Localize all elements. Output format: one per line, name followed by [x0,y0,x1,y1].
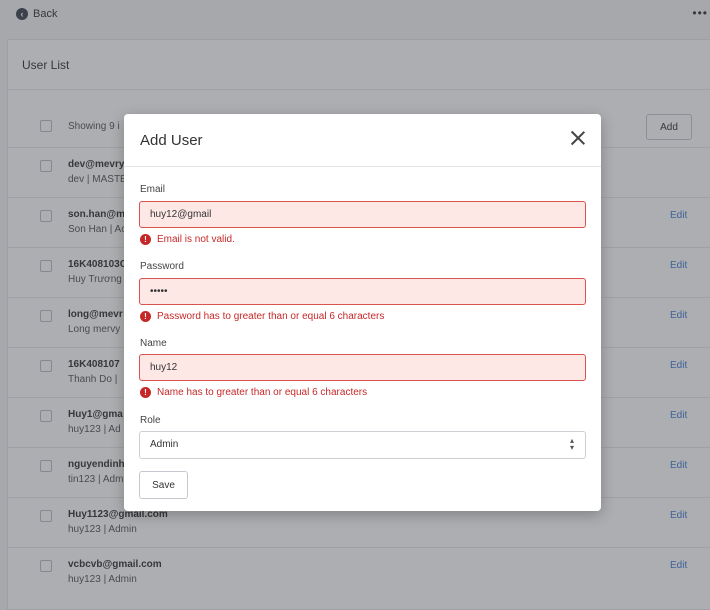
password-error-text: Password has to greater than or equal 6 … [157,311,385,322]
email-error-text: Email is not valid. [157,234,235,245]
email-label: Email [140,184,166,195]
save-button[interactable]: Save [139,471,188,499]
error-icon: ! [140,387,151,398]
password-label: Password [140,261,184,272]
email-field[interactable]: huy12@gmail [139,201,586,228]
name-label: Name [140,338,167,349]
name-error-text: Name has to greater than or equal 6 char… [157,387,368,398]
name-field[interactable]: huy12 [139,354,586,381]
password-field[interactable]: ••••• [139,278,586,305]
error-icon: ! [140,234,151,245]
modal-title: Add User [140,132,203,149]
modal-header: Add User [124,114,601,167]
password-error: ! Password has to greater than or equal … [140,311,384,322]
email-error: ! Email is not valid. [140,234,235,245]
role-label: Role [140,415,161,426]
role-select[interactable]: Admin ▴ ▾ [139,431,586,459]
close-icon[interactable] [569,129,587,147]
chevron-up-down-icon: ▴ ▾ [569,436,574,452]
name-error: ! Name has to greater than or equal 6 ch… [140,387,367,398]
error-icon: ! [140,311,151,322]
role-value: Admin [150,439,179,450]
add-user-modal: Add User Email huy12@gmail ! Email is no… [124,114,601,511]
